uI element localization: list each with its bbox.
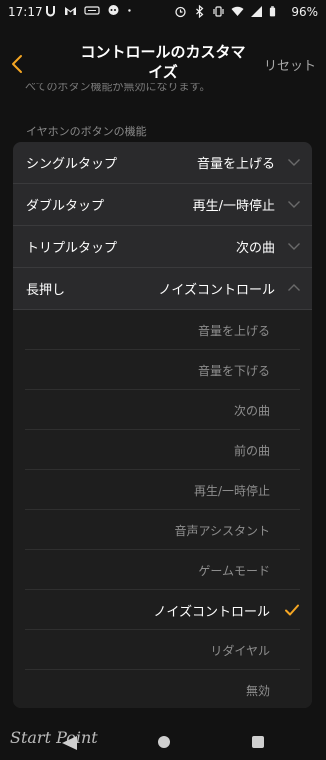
- double-tap-row[interactable]: ダブルタップ 再生/一時停止: [13, 184, 312, 226]
- header: コントロールのカスタマ イズ リセット: [0, 40, 326, 86]
- long-press-row[interactable]: 長押し ノイズコントロール: [13, 268, 312, 310]
- nav-back-icon[interactable]: [60, 734, 80, 752]
- reset-button[interactable]: リセット: [264, 55, 316, 74]
- nav-recents-icon[interactable]: [252, 736, 264, 748]
- page-title-line-2: イズ: [148, 63, 178, 81]
- option-disabled[interactable]: 無効: [13, 670, 312, 708]
- option-game-mode[interactable]: ゲームモード: [13, 550, 312, 590]
- single-tap-label: シングルタップ: [26, 157, 118, 172]
- option-volume-up[interactable]: 音量を上げる: [13, 310, 312, 350]
- option-label: 無効: [245, 684, 270, 698]
- checkmark-icon: [285, 604, 299, 616]
- chat-icon: [108, 5, 119, 15]
- option-label: 音声アシスタント: [174, 524, 270, 538]
- option-label: 音量を上げる: [197, 324, 270, 338]
- option-noise-control[interactable]: ノイズコントロール: [13, 590, 312, 630]
- option-redial[interactable]: リダイヤル: [13, 630, 312, 670]
- option-label: 音量を下げる: [197, 364, 270, 378]
- double-tap-value: 再生/一時停止: [192, 199, 275, 214]
- chevron-up-icon: [288, 284, 300, 291]
- option-next-track[interactable]: 次の曲: [13, 390, 312, 430]
- nav-home-icon[interactable]: [158, 736, 170, 748]
- dot-icon: [128, 9, 131, 12]
- system-nav-bar: Start Point: [0, 712, 326, 760]
- triple-tap-row[interactable]: トリプルタップ 次の曲: [13, 226, 312, 268]
- page-title: コントロールのカスタマ イズ: [60, 42, 266, 82]
- chevron-down-icon: [288, 243, 300, 250]
- double-tap-label: ダブルタップ: [26, 199, 105, 214]
- description-text: べてのボタン機能が無効になります。: [25, 83, 305, 96]
- option-label: 前の曲: [233, 444, 270, 458]
- chevron-down-icon: [288, 159, 300, 166]
- section-label: イヤホンのボタンの機能: [26, 125, 147, 138]
- option-label: リダイヤル: [210, 644, 270, 658]
- battery-icon: [269, 6, 276, 17]
- option-volume-down[interactable]: 音量を下げる: [13, 350, 312, 390]
- long-press-label: 長押し: [26, 283, 66, 298]
- option-voice-assistant[interactable]: 音声アシスタント: [13, 510, 312, 550]
- wifi-icon: [231, 6, 244, 16]
- vibrate-icon: [213, 6, 224, 17]
- triple-tap-label: トリプルタップ: [26, 241, 118, 256]
- signal-icon: [251, 6, 262, 17]
- option-label: 次の曲: [233, 404, 270, 418]
- status-bar: 17:17 96%: [0, 0, 326, 26]
- single-tap-row[interactable]: シングルタップ 音量を上げる: [13, 142, 312, 184]
- triple-tap-value: 次の曲: [235, 241, 275, 256]
- description-text-content: べてのボタン機能が無効になります。: [25, 83, 211, 93]
- watermark: Start Point: [10, 728, 98, 747]
- option-label: ゲームモード: [198, 564, 270, 578]
- long-press-value: ノイズコントロール: [158, 283, 275, 298]
- option-previous-track[interactable]: 前の曲: [13, 430, 312, 470]
- gmail-icon: [65, 7, 76, 15]
- u-app-icon: [46, 6, 55, 17]
- option-label: 再生/一時停止: [193, 484, 270, 498]
- alarm-icon: [175, 6, 186, 18]
- nfc-pay-icon: [84, 6, 100, 15]
- option-play-pause[interactable]: 再生/一時停止: [13, 470, 312, 510]
- bluetooth-icon: [196, 5, 204, 18]
- long-press-options-list: 音量を上げる 音量を下げる 次の曲 前の曲 再生/一時停止 音声アシスタント ゲ…: [13, 310, 312, 708]
- battery-percentage: 96%: [291, 5, 318, 19]
- button-settings-card: シングルタップ 音量を上げる ダブルタップ 再生/一時停止 トリプルタップ 次の…: [13, 142, 312, 708]
- single-tap-value: 音量を上げる: [196, 157, 275, 172]
- notification-icons: [44, 4, 135, 17]
- chevron-down-icon: [288, 201, 300, 208]
- option-label: ノイズコントロール: [153, 605, 270, 620]
- back-chevron-icon[interactable]: [6, 52, 28, 76]
- status-time: 17:17: [8, 5, 43, 19]
- page-title-line-1: コントロールのカスタマ: [80, 43, 246, 61]
- system-icons: [174, 5, 276, 18]
